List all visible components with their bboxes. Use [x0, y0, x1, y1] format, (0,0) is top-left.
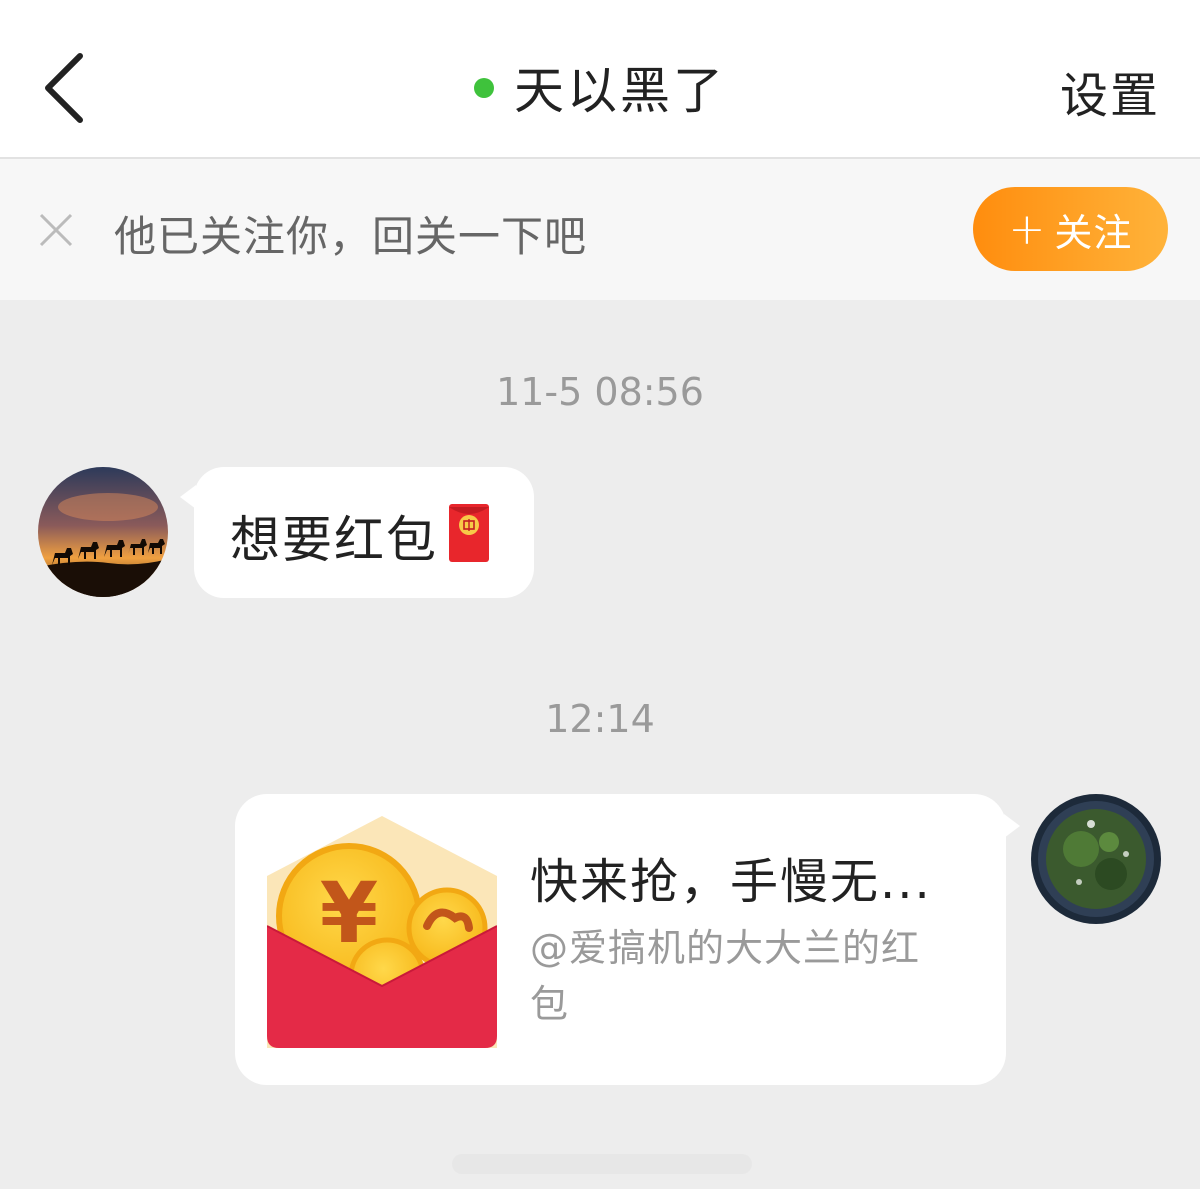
message-timestamp: 12:14 [545, 697, 655, 741]
red-packet-title: 快来抢，手慢无... [530, 854, 932, 910]
follow-button[interactable]: + 关注 [973, 187, 1168, 271]
red-packet-sender: @爱搞机的大大兰的红包 [530, 926, 921, 1026]
follow-button-label: 关注 [1054, 210, 1133, 255]
plus-icon: + [1008, 203, 1047, 255]
red-envelope-icon: ¥ [267, 816, 497, 1048]
incoming-message-bubble[interactable]: 想要红包 [180, 467, 534, 598]
message-text: 想要红包 [230, 511, 438, 569]
follow-back-prompt: 他已关注你，回关一下吧 [114, 212, 588, 261]
close-banner-button[interactable] [36, 210, 76, 250]
avatar-image [38, 467, 168, 597]
settings-button[interactable]: 设置 [1060, 56, 1160, 126]
close-icon [39, 213, 73, 247]
conversation-title: 天以黑了 [0, 52, 1200, 122]
contact-avatar[interactable] [38, 467, 168, 597]
online-status-dot [474, 78, 494, 98]
watermark-logo [452, 1154, 752, 1174]
top-nav-bar: 天以黑了 设置 [0, 0, 1200, 159]
red-packet-card[interactable]: ¥ 快来抢，手慢无... @爱搞机的大大兰的红包 [235, 794, 1020, 1085]
red-envelope-emoji [449, 504, 489, 562]
bubble-tail [1004, 814, 1020, 838]
contact-name: 天以黑了 [514, 62, 726, 120]
my-avatar[interactable] [1031, 794, 1161, 924]
chat-screen: 天以黑了 设置 他已关注你，回关一下吧 + 关注 11-5 08:56 想要红包… [0, 0, 1200, 1189]
avatar-image [1031, 794, 1161, 924]
message-timestamp: 11-5 08:56 [496, 370, 704, 414]
bubble-tail [180, 485, 196, 509]
